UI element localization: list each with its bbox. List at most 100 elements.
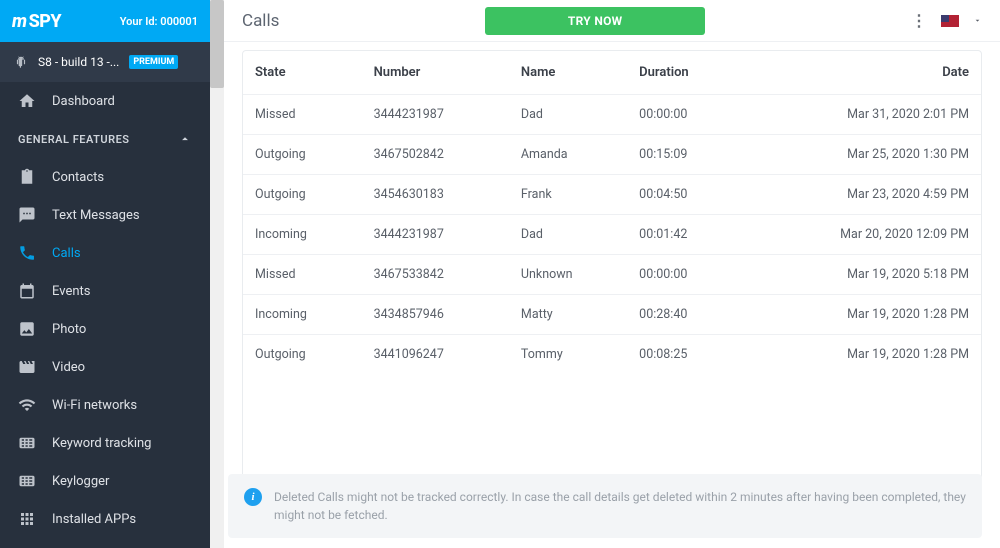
main: Calls TRY NOW ⋮ State Number Name Durati…	[210, 0, 1000, 548]
nav-dashboard[interactable]: Dashboard	[0, 82, 210, 120]
cell-number: 3444231987	[362, 95, 509, 135]
video-icon	[18, 358, 36, 376]
cell-state: Missed	[243, 95, 362, 135]
cell-name: Dad	[509, 215, 627, 255]
nav-events-label: Events	[52, 284, 90, 299]
calls-table-wrap: State Number Name Duration Date Missed34…	[242, 50, 982, 480]
cell-number: 3441096247	[362, 335, 509, 375]
logo: m SPY	[12, 11, 61, 32]
notice: i Deleted Calls might not be tracked cor…	[228, 474, 982, 538]
nav-keylogger-label: Keylogger	[52, 474, 109, 489]
col-duration[interactable]: Duration	[627, 51, 742, 95]
nav-section-general[interactable]: GENERAL FEATURES	[0, 120, 210, 158]
table-row[interactable]: Missed3467533842Unknown00:00:00Mar 19, 2…	[243, 255, 981, 295]
logo-text: SPY	[29, 11, 62, 32]
your-id-value: 000001	[160, 15, 198, 28]
cell-duration: 00:00:00	[627, 95, 742, 135]
nav-photo[interactable]: Photo	[0, 310, 210, 348]
cell-duration: 00:28:40	[627, 295, 742, 335]
table-row[interactable]: Outgoing3467502842Amanda00:15:09Mar 25, …	[243, 135, 981, 175]
cell-number: 3467533842	[362, 255, 509, 295]
cell-number: 3444231987	[362, 215, 509, 255]
table-header-row: State Number Name Duration Date	[243, 51, 981, 95]
cell-date: Mar 25, 2020 1:30 PM	[742, 135, 981, 175]
nav-text-messages[interactable]: Text Messages	[0, 196, 210, 234]
cell-date: Mar 19, 2020 1:28 PM	[742, 295, 981, 335]
topbar: Calls TRY NOW ⋮	[224, 0, 1000, 42]
cell-state: Incoming	[243, 295, 362, 335]
calendar-icon	[18, 282, 36, 300]
cell-name: Frank	[509, 175, 627, 215]
chevron-down-icon[interactable]	[973, 16, 982, 25]
cell-number: 3467502842	[362, 135, 509, 175]
try-now-button[interactable]: TRY NOW	[485, 7, 705, 35]
col-date[interactable]: Date	[742, 51, 981, 95]
table-row[interactable]: Outgoing3454630183Frank00:04:50Mar 23, 2…	[243, 175, 981, 215]
nav-contacts-label: Contacts	[52, 170, 104, 185]
cell-duration: 00:01:42	[627, 215, 742, 255]
nav-contacts[interactable]: Contacts	[0, 158, 210, 196]
your-id-label: Your Id:	[120, 15, 158, 28]
cell-name: Dad	[509, 95, 627, 135]
page-title: Calls	[242, 11, 279, 31]
nav-events[interactable]: Events	[0, 272, 210, 310]
wifi-icon	[18, 396, 36, 414]
premium-badge: PREMIUM	[129, 55, 178, 69]
cell-duration: 00:04:50	[627, 175, 742, 215]
cell-number: 3454630183	[362, 175, 509, 215]
sidebar: m SPY Your Id: 000001 S8 - build 13 -...…	[0, 0, 210, 548]
cell-number: 3434857946	[362, 295, 509, 335]
cell-duration: 00:08:25	[627, 335, 742, 375]
more-menu-icon[interactable]: ⋮	[911, 11, 927, 30]
cell-state: Outgoing	[243, 175, 362, 215]
cell-date: Mar 19, 2020 1:28 PM	[742, 335, 981, 375]
nav-video[interactable]: Video	[0, 348, 210, 386]
col-state[interactable]: State	[243, 51, 362, 95]
flag-us-icon[interactable]	[941, 15, 959, 27]
sidebar-header: m SPY Your Id: 000001	[0, 0, 210, 42]
nav-text-messages-label: Text Messages	[52, 208, 140, 223]
apps-icon	[18, 510, 36, 528]
nav-installed-apps[interactable]: Installed APPs	[0, 500, 210, 538]
nav-dashboard-label: Dashboard	[52, 94, 115, 109]
table-row[interactable]: Outgoing3441096247Tommy00:08:25Mar 19, 2…	[243, 335, 981, 375]
table-row[interactable]: Incoming3444231987Dad00:01:42Mar 20, 202…	[243, 215, 981, 255]
col-number[interactable]: Number	[362, 51, 509, 95]
home-icon	[18, 92, 36, 110]
nav: Dashboard GENERAL FEATURES Contacts Text…	[0, 82, 210, 548]
nav-keyword[interactable]: Keyword tracking	[0, 424, 210, 462]
nav-installed-apps-label: Installed APPs	[52, 512, 136, 527]
cell-state: Outgoing	[243, 135, 362, 175]
nav-photo-label: Photo	[52, 322, 86, 337]
nav-wifi[interactable]: Wi-Fi networks	[0, 386, 210, 424]
cell-date: Mar 31, 2020 2:01 PM	[742, 95, 981, 135]
logo-mark: m	[12, 11, 27, 32]
device-name: S8 - build 13 -...	[38, 55, 119, 69]
nav-keyword-label: Keyword tracking	[52, 436, 152, 451]
table-row[interactable]: Incoming3434857946Matty00:28:40Mar 19, 2…	[243, 295, 981, 335]
cell-state: Missed	[243, 255, 362, 295]
scrollbar-thumb[interactable]	[210, 0, 224, 88]
android-icon	[14, 55, 28, 69]
nav-calls-label: Calls	[52, 246, 81, 261]
topbar-right: ⋮	[911, 11, 982, 30]
table-row[interactable]: Missed3444231987Dad00:00:00Mar 31, 2020 …	[243, 95, 981, 135]
cell-state: Outgoing	[243, 335, 362, 375]
cell-date: Mar 19, 2020 5:18 PM	[742, 255, 981, 295]
image-icon	[18, 320, 36, 338]
phone-icon	[18, 244, 36, 262]
cell-name: Unknown	[509, 255, 627, 295]
cell-duration: 00:15:09	[627, 135, 742, 175]
chevron-up-icon	[178, 132, 192, 146]
nav-keylogger[interactable]: Keylogger	[0, 462, 210, 500]
scrollbar-track[interactable]	[210, 0, 224, 548]
nav-section-general-label: GENERAL FEATURES	[18, 133, 130, 146]
keyboard2-icon	[18, 472, 36, 490]
cell-name: Amanda	[509, 135, 627, 175]
nav-calls[interactable]: Calls	[0, 234, 210, 272]
device-selector[interactable]: S8 - build 13 -... PREMIUM	[0, 42, 210, 82]
col-name[interactable]: Name	[509, 51, 627, 95]
message-icon	[18, 206, 36, 224]
info-icon: i	[244, 488, 262, 506]
cell-duration: 00:00:00	[627, 255, 742, 295]
